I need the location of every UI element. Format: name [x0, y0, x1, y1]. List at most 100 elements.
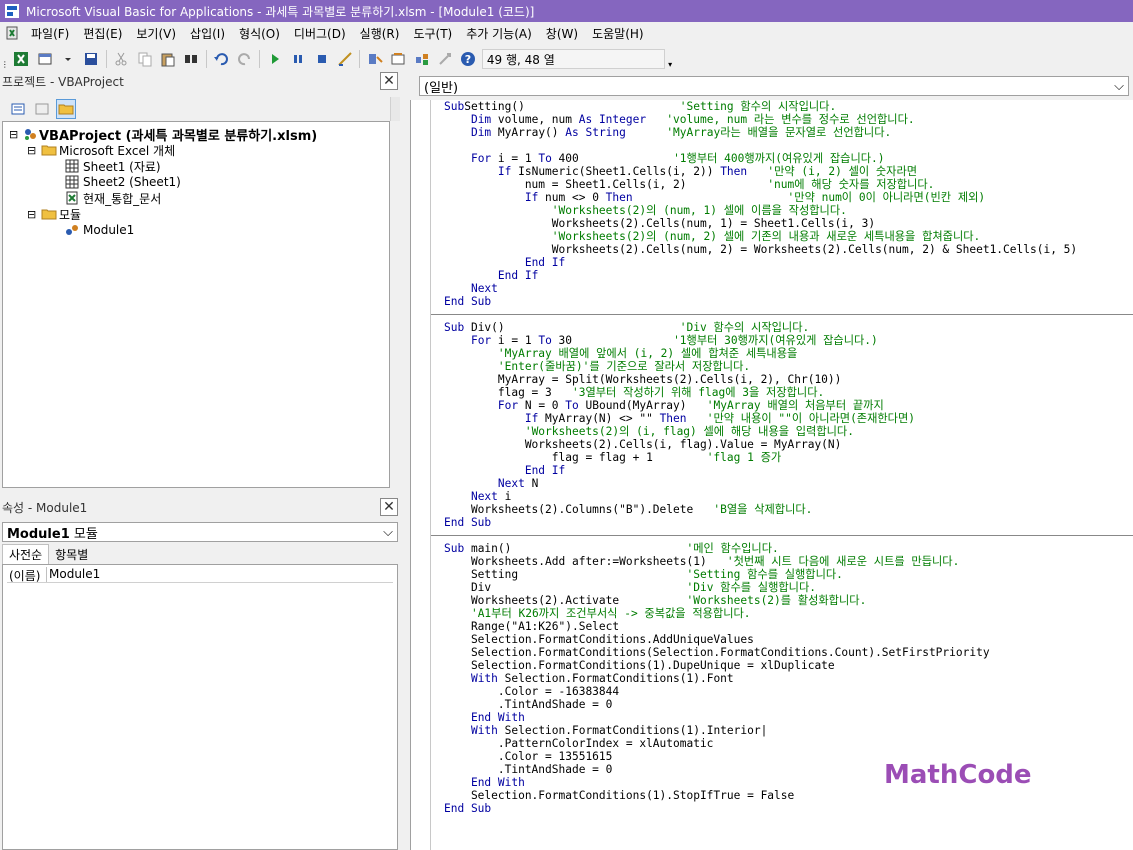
menu-debug[interactable]: 디버그(D): [287, 23, 353, 43]
code-line[interactable]: End Sub: [444, 516, 1133, 529]
collapse-icon[interactable]: ⊟: [27, 144, 39, 157]
tree-item-sheet2[interactable]: Sheet2 (Sheet1): [61, 174, 181, 190]
stop-icon[interactable]: [312, 49, 331, 69]
help-icon[interactable]: ?: [459, 49, 478, 69]
code-line[interactable]: Next i: [444, 490, 1133, 503]
project-toolbar-scroll[interactable]: [390, 97, 400, 121]
code-line[interactable]: Selection.FormatConditions.AddUniqueValu…: [444, 633, 1133, 646]
code-line[interactable]: Sub Div() 'Div 함수의 시작입니다.: [444, 321, 1133, 334]
object-browser-icon[interactable]: [412, 49, 431, 69]
paste-icon[interactable]: [158, 49, 177, 69]
save-icon[interactable]: [81, 49, 100, 69]
menu-file[interactable]: 파일(F): [24, 23, 76, 43]
tree-item-module1[interactable]: Module1: [61, 222, 134, 238]
code-line[interactable]: 'Enter(줄바꿈)'를 기준으로 잘라서 저장합니다.: [444, 360, 1133, 373]
code-line[interactable]: Worksheets(2).Activate 'Worksheets(2)를 활…: [444, 594, 1133, 607]
code-line[interactable]: If IsNumeric(Sheet1.Cells(i, 2)) Then '만…: [444, 165, 1133, 178]
run-icon[interactable]: [265, 49, 284, 69]
code-line[interactable]: Selection.FormatConditions(Selection.For…: [444, 646, 1133, 659]
code-line[interactable]: 'Worksheets(2)의 (num, 2) 셀에 기존의 내용과 새로운 …: [444, 230, 1133, 243]
code-line[interactable]: 'MyArray 배열에 앞에서 (i, 2) 셀에 합쳐준 세특내용을: [444, 347, 1133, 360]
code-line[interactable]: If MyArray(N) <> "" Then '만약 내용이 ""이 아니라…: [444, 412, 1133, 425]
code-line[interactable]: flag = flag + 1 'flag 1 증가: [444, 451, 1133, 464]
code-line[interactable]: Div 'Div 함수를 실행합니다.: [444, 581, 1133, 594]
code-line[interactable]: Worksheets.Add after:=Worksheets(1) '첫번째…: [444, 555, 1133, 568]
code-line[interactable]: [444, 139, 1133, 152]
code-line[interactable]: 'Worksheets(2)의 (num, 1) 셀에 이름을 작성합니다.: [444, 204, 1133, 217]
code-line[interactable]: End Sub: [444, 295, 1133, 308]
view-code-icon[interactable]: [8, 99, 28, 119]
code-line[interactable]: Next N: [444, 477, 1133, 490]
code-line[interactable]: SubSetting() 'Setting 함수의 시작입니다.: [444, 100, 1133, 113]
project-explorer-icon[interactable]: [365, 49, 384, 69]
code-line[interactable]: flag = 3 '3열부터 작성하기 위해 flag에 3을 저장합니다.: [444, 386, 1133, 399]
menu-help[interactable]: 도움말(H): [585, 23, 651, 43]
code-editor[interactable]: SubSetting() 'Setting 함수의 시작입니다. Dim vol…: [431, 100, 1133, 850]
code-line[interactable]: Selection.FormatConditions(1).StopIfTrue…: [444, 789, 1133, 802]
menu-tools[interactable]: 도구(T): [406, 23, 459, 43]
toggle-folders-icon[interactable]: [56, 99, 76, 119]
property-row[interactable]: (이름) Module1: [7, 567, 393, 583]
code-line[interactable]: End With: [444, 711, 1133, 724]
code-line[interactable]: Range("A1:K26").Select: [444, 620, 1133, 633]
code-line[interactable]: num = Sheet1.Cells(i, 2) 'num에 해당 숫자를 저장…: [444, 178, 1133, 191]
code-line[interactable]: For N = 0 To UBound(MyArray) 'MyArray 배열…: [444, 399, 1133, 412]
code-line[interactable]: End Sub: [444, 802, 1133, 815]
code-line[interactable]: For i = 1 To 30 '1행부터 30행까지(여유있게 잡습니다.): [444, 334, 1133, 347]
code-line[interactable]: With Selection.FormatConditions(1).Inter…: [444, 724, 1133, 737]
close-icon[interactable]: ✕: [380, 498, 398, 516]
code-line[interactable]: End If: [444, 269, 1133, 282]
code-line[interactable]: Dim MyArray() As String 'MyArray라는 배열을 문…: [444, 126, 1133, 139]
code-line[interactable]: Next: [444, 282, 1133, 295]
menu-edit[interactable]: 편집(E): [76, 23, 129, 43]
tree-item-workbook[interactable]: 현재_통합_문서: [61, 190, 161, 206]
excel-menu-icon[interactable]: [2, 23, 22, 43]
code-line[interactable]: With Selection.FormatConditions(1).Font: [444, 672, 1133, 685]
code-line[interactable]: Worksheets(2).Columns("B").Delete 'B열을 삭…: [444, 503, 1133, 516]
properties-window-icon[interactable]: [389, 49, 408, 69]
toolbox-icon[interactable]: [435, 49, 454, 69]
code-line[interactable]: Sub main() '메인 함수입니다.: [444, 542, 1133, 555]
code-line[interactable]: Selection.FormatConditions(1).DupeUnique…: [444, 659, 1133, 672]
code-line[interactable]: Setting 'Setting 함수를 실행합니다.: [444, 568, 1133, 581]
collapse-icon[interactable]: ⊟: [9, 128, 21, 141]
menu-addins[interactable]: 추가 기능(A): [459, 23, 539, 43]
code-line[interactable]: 'A1부터 K26까지 조건부서식 -> 중복값을 적용합니다.: [444, 607, 1133, 620]
close-icon[interactable]: ✕: [380, 72, 398, 90]
menu-view[interactable]: 보기(V): [129, 23, 183, 43]
tree-item-sheet1[interactable]: Sheet1 (자료): [61, 158, 161, 174]
excel-view-icon[interactable]: [12, 49, 31, 69]
code-line[interactable]: End If: [444, 464, 1133, 477]
menu-run[interactable]: 실행(R): [353, 23, 407, 43]
tree-item-vbaproject[interactable]: ⊟ VBAProject (과세특 과목별로 분류하기.xlsm): [9, 126, 317, 144]
menu-format[interactable]: 형식(O): [232, 23, 287, 43]
code-line[interactable]: End If: [444, 256, 1133, 269]
tab-alphabetic[interactable]: 사전순: [2, 544, 50, 564]
code-line[interactable]: .TintAndShade = 0: [444, 698, 1133, 711]
view-object-icon[interactable]: [32, 99, 52, 119]
undo-icon[interactable]: [212, 49, 231, 69]
redo-icon[interactable]: [235, 49, 254, 69]
code-line[interactable]: Worksheets(2).Cells(num, 1) = Sheet1.Cel…: [444, 217, 1133, 230]
tree-item-modules[interactable]: ⊟ 모듈: [27, 206, 81, 222]
properties-object-combo[interactable]: Module1 모듈 ⌵: [2, 522, 398, 542]
code-line[interactable]: Dim volume, num As Integer 'volume, num …: [444, 113, 1133, 126]
find-icon[interactable]: [182, 49, 201, 69]
menu-insert[interactable]: 삽입(I): [183, 23, 232, 43]
pane-splitter[interactable]: [400, 72, 410, 850]
code-line[interactable]: MyArray = Split(Worksheets(2).Cells(i, 2…: [444, 373, 1133, 386]
code-line[interactable]: .Color = -16383844: [444, 685, 1133, 698]
dropdown-arrow-icon[interactable]: [58, 49, 77, 69]
code-line[interactable]: 'Worksheets(2)의 (i, flag) 셀에 해당 내용을 입력합니…: [444, 425, 1133, 438]
copy-icon[interactable]: [135, 49, 154, 69]
toolbar-grip[interactable]: ⋮: [0, 49, 10, 69]
collapse-icon[interactable]: ⊟: [27, 208, 39, 221]
insert-module-icon[interactable]: [35, 49, 54, 69]
code-object-combo[interactable]: (일반) ⌵: [419, 76, 1129, 96]
code-window[interactable]: SubSetting() 'Setting 함수의 시작입니다. Dim vol…: [410, 100, 1133, 850]
code-line[interactable]: For i = 1 To 400 '1행부터 400행까지(여유있게 잡습니다.…: [444, 152, 1133, 165]
design-mode-icon[interactable]: [335, 49, 354, 69]
pause-icon[interactable]: [289, 49, 308, 69]
chevron-down-icon[interactable]: ⌵: [383, 525, 393, 540]
code-line[interactable]: .PatternColorIndex = xlAutomatic: [444, 737, 1133, 750]
